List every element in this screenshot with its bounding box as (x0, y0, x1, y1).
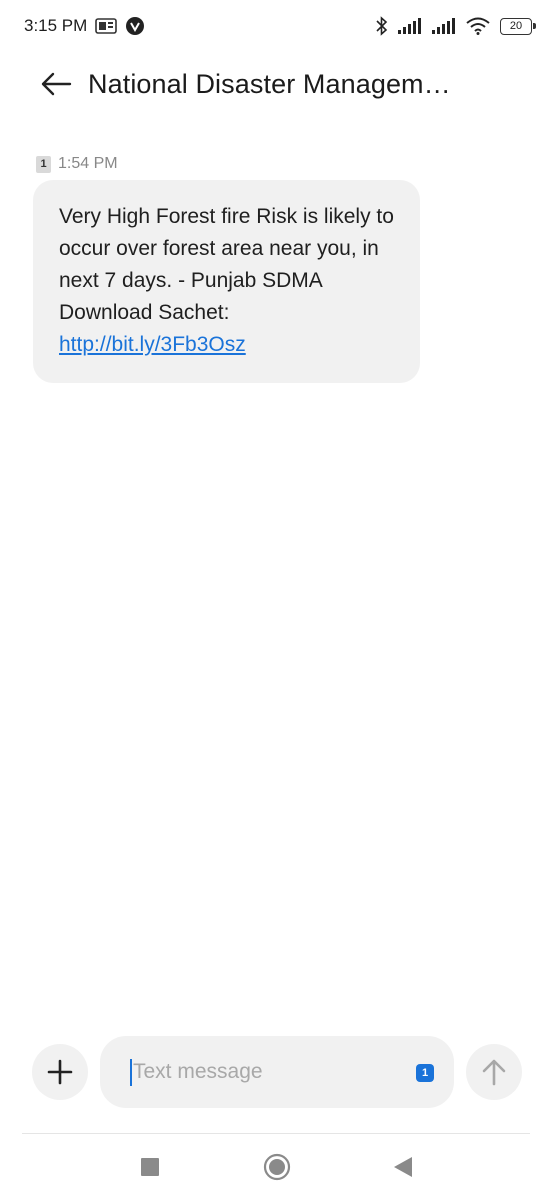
status-time: 3:15 PM (24, 16, 88, 35)
attach-button[interactable] (32, 1044, 88, 1100)
send-button[interactable] (466, 1044, 522, 1100)
signal-icon (432, 18, 456, 34)
square-icon (141, 1158, 159, 1176)
message-input-box[interactable]: 1 (100, 1036, 454, 1108)
message-input[interactable] (133, 1060, 403, 1084)
message-time: 1:54 PM (58, 155, 118, 172)
arrow-left-icon (41, 72, 72, 96)
message-link[interactable]: http://bit.ly/3Fb3Osz (59, 333, 246, 356)
message-bubble[interactable]: Very High Forest fire Risk is likely to … (33, 180, 420, 383)
plus-icon (47, 1059, 73, 1085)
status-bar: 3:15 PM 20 (0, 0, 554, 52)
notification-icon (95, 18, 118, 34)
navigation-bar (0, 1134, 554, 1200)
conversation-header: National Disaster Managem… (0, 52, 554, 116)
circle-icon (263, 1153, 291, 1181)
sim-badge: 1 (36, 155, 51, 173)
text-caret (130, 1058, 132, 1086)
message-meta: 1 1:54 PM (36, 155, 118, 173)
bluetooth-icon (376, 16, 388, 36)
signal-icon (398, 18, 422, 34)
wifi-icon (466, 17, 490, 35)
sms-conversation-screen: 3:15 PM 20 National Disaster Managem… 1 … (0, 0, 554, 1200)
message-body: Very High Forest fire Risk is likely to … (59, 205, 394, 324)
triangle-left-icon (394, 1157, 412, 1177)
battery-level: 20 (509, 20, 523, 32)
back-button[interactable] (36, 64, 76, 104)
back-nav-button[interactable] (388, 1152, 418, 1182)
vpn-icon (125, 16, 145, 36)
conversation-title[interactable]: National Disaster Managem… (88, 69, 474, 100)
arrow-up-icon (482, 1059, 506, 1086)
sim-select-button[interactable]: 1 (416, 1064, 434, 1082)
recents-button[interactable] (135, 1152, 165, 1182)
home-button[interactable] (262, 1152, 292, 1182)
battery-icon: 20 (500, 17, 536, 35)
message-composer: 1 (0, 1036, 554, 1108)
